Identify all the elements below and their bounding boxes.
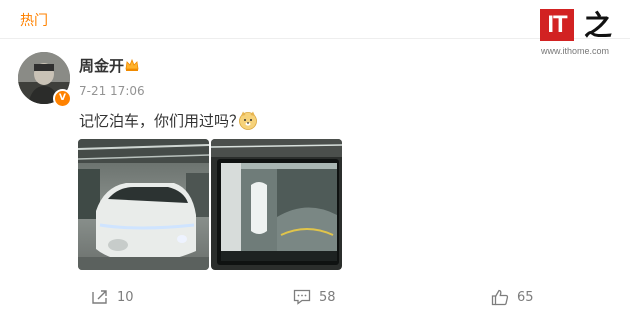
repost-button[interactable]: 10 bbox=[91, 289, 134, 305]
post-image-screen[interactable] bbox=[211, 139, 342, 270]
tab-hot[interactable]: 热门 bbox=[20, 10, 48, 30]
ithome-logo-box: IT bbox=[540, 9, 574, 41]
comment-icon bbox=[293, 289, 311, 305]
like-count: 65 bbox=[517, 290, 534, 305]
ithome-logo-char: 之 bbox=[584, 7, 626, 49]
like-button[interactable]: 65 bbox=[491, 289, 534, 306]
post-text: 记忆泊车，你们用过吗？ bbox=[79, 112, 245, 130]
svg-text:之: 之 bbox=[584, 9, 612, 41]
car-photo bbox=[78, 139, 209, 270]
top-bar: 热门 bbox=[0, 0, 630, 39]
verified-badge-icon: V bbox=[53, 89, 72, 108]
repost-icon bbox=[92, 290, 107, 304]
crown-icon bbox=[125, 58, 139, 71]
thumbs-up-icon bbox=[491, 289, 509, 306]
ithome-url: www.ithome.com bbox=[541, 46, 610, 56]
author-name[interactable]: 周金开 bbox=[79, 55, 124, 76]
post-image-car[interactable] bbox=[78, 139, 209, 270]
repost-count: 10 bbox=[117, 289, 134, 305]
ithome-logo-glyph: 之 bbox=[584, 9, 612, 42]
comment-count: 58 bbox=[319, 289, 336, 305]
ithome-watermark: IT 之 www.ithome.com bbox=[540, 9, 625, 59]
post-timestamp[interactable]: 7-21 17:06 bbox=[79, 84, 145, 98]
doge-emoji-icon bbox=[239, 111, 257, 130]
screen-photo bbox=[211, 139, 342, 270]
comment-button[interactable]: 58 bbox=[293, 289, 336, 305]
